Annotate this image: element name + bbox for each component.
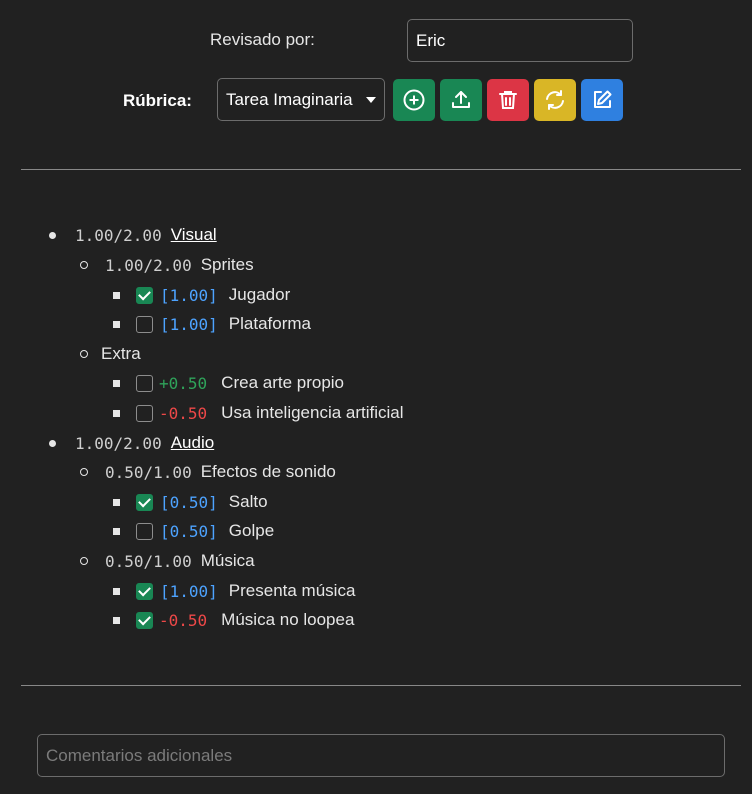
item-label: Jugador (228, 285, 291, 304)
item-value: [0.50] (160, 521, 218, 541)
item-value: -0.50 (159, 610, 208, 630)
group-score: 0.50/1.00 (105, 551, 192, 571)
item-checkbox[interactable] (136, 582, 153, 600)
square-bullet (113, 587, 120, 595)
item-checkbox[interactable] (136, 404, 153, 422)
category-audio: 1.00/2.00 Audio (49, 431, 214, 455)
item-musica-no-loopea: -0.50 Música no loopea (113, 608, 354, 632)
comments-input[interactable] (37, 734, 725, 777)
item-label: Música no loopea (221, 610, 355, 629)
upload-button[interactable] (440, 79, 482, 121)
item-label: Usa inteligencia artificial (221, 403, 404, 422)
item-label: Plataforma (228, 314, 311, 333)
item-crea-arte-propio: +0.50 Crea arte propio (113, 371, 344, 395)
item-checkbox[interactable] (136, 286, 153, 304)
trash-icon (499, 91, 517, 109)
group-label: Extra (101, 344, 141, 363)
item-label: Crea arte propio (221, 373, 345, 392)
plus-circle-icon (403, 89, 425, 111)
item-golpe: [0.50] Golpe (113, 519, 274, 543)
bottom-divider (21, 685, 741, 686)
upload-icon (452, 91, 470, 108)
item-label: Golpe (228, 521, 275, 540)
category-visual: 1.00/2.00 Visual (49, 223, 217, 247)
category-score: 1.00/2.00 (75, 433, 162, 453)
group-score: 0.50/1.00 (105, 462, 192, 482)
square-bullet (113, 379, 120, 387)
reviewer-input[interactable] (407, 19, 633, 62)
category-score: 1.00/2.00 (75, 225, 162, 245)
category-link-visual[interactable]: Visual (171, 225, 217, 245)
group-extra: Extra (80, 342, 141, 366)
item-label: Salto (228, 492, 268, 511)
edit-button[interactable] (581, 79, 623, 121)
category-link-audio[interactable]: Audio (171, 433, 214, 453)
top-divider (21, 169, 741, 170)
refresh-button[interactable] (534, 79, 576, 121)
item-usa-ia: -0.50 Usa inteligencia artificial (113, 401, 404, 425)
item-value: [1.00] (160, 285, 218, 305)
circle-bullet (80, 468, 88, 476)
group-score: 1.00/2.00 (105, 255, 192, 275)
reviewer-label: Revisado por: (210, 30, 315, 49)
item-checkbox[interactable] (136, 374, 153, 392)
circle-bullet (80, 261, 88, 269)
item-jugador: [1.00] Jugador (113, 283, 290, 307)
circle-bullet (80, 557, 88, 565)
square-bullet (113, 409, 120, 417)
item-salto: [0.50] Salto (113, 490, 268, 514)
item-checkbox[interactable] (136, 522, 153, 540)
item-label: Presenta música (228, 581, 356, 600)
group-label: Música (200, 551, 255, 570)
item-plataforma: [1.00] Plataforma (113, 312, 311, 336)
add-button[interactable] (393, 79, 435, 121)
square-bullet (113, 291, 120, 299)
item-value: +0.50 (159, 373, 208, 393)
group-efectos: 0.50/1.00 Efectos de sonido (80, 460, 336, 484)
disc-bullet (49, 439, 56, 447)
refresh-icon (546, 90, 564, 110)
delete-button[interactable] (487, 79, 529, 121)
item-checkbox[interactable] (136, 611, 153, 629)
square-bullet (113, 498, 120, 506)
group-musica: 0.50/1.00 Música (80, 549, 255, 573)
rubric-select-value: Tarea Imaginaria (226, 89, 353, 109)
group-sprites: 1.00/2.00 Sprites (80, 253, 254, 277)
rubric-select[interactable]: Tarea Imaginaria (217, 78, 385, 121)
square-bullet (113, 616, 120, 624)
group-label: Efectos de sonido (200, 462, 336, 481)
edit-icon (594, 90, 612, 108)
square-bullet (113, 527, 120, 535)
item-value: [0.50] (160, 492, 218, 512)
item-checkbox[interactable] (136, 315, 153, 333)
disc-bullet (49, 231, 56, 239)
item-value: [1.00] (160, 314, 218, 334)
item-checkbox[interactable] (136, 493, 153, 511)
item-value: [1.00] (160, 581, 218, 601)
rubric-label: Rúbrica: (123, 91, 192, 110)
circle-bullet (80, 350, 88, 358)
group-label: Sprites (200, 255, 254, 274)
item-presenta-musica: [1.00] Presenta música (113, 579, 355, 603)
square-bullet (113, 320, 120, 328)
item-value: -0.50 (159, 403, 208, 423)
chevron-down-icon (366, 96, 376, 103)
